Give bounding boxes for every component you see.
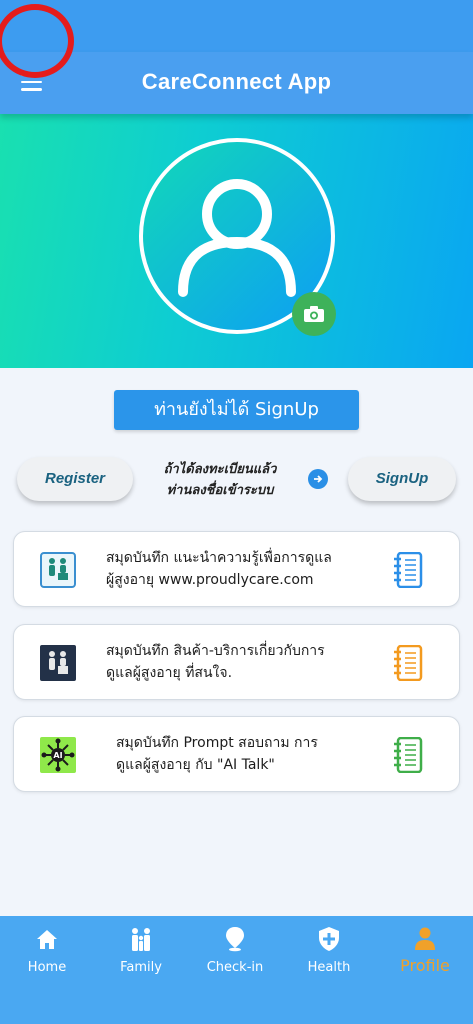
nav-tab-label: Check-in: [206, 960, 264, 975]
app-bar: CareConnect App: [0, 52, 473, 114]
nav-tab-home[interactable]: Home: [0, 916, 94, 1024]
card-text-line: สมุดบันทึก Prompt สอบถาม การ: [116, 735, 318, 751]
card-text: สมุดบันทึก Prompt สอบถาม การ ดูแลผู้สูงอ…: [116, 732, 396, 776]
caregiver-icon: [40, 645, 76, 681]
notebook-icon: [394, 552, 423, 588]
camera-icon: [304, 306, 324, 322]
card-text: สมุดบันทึก แนะนำความรู้เพื่อการดูแล ผู้ส…: [106, 547, 386, 591]
nav-tab-health[interactable]: Health: [282, 916, 376, 1024]
arrow-right-icon: [308, 469, 328, 489]
home-icon: [37, 930, 57, 949]
profile-header: [0, 114, 473, 368]
nav-tab-label: Family: [120, 960, 162, 975]
card-text-line: ดูแลผู้สูงอายุ ที่สนใจ.: [106, 665, 233, 681]
camera-button[interactable]: [292, 292, 336, 336]
notebook-icon: [394, 645, 423, 681]
profile-icon: [415, 927, 435, 950]
family-icon: [132, 928, 150, 951]
app-title: CareConnect App: [141, 69, 332, 94]
signup-button[interactable]: SignUp: [348, 457, 456, 501]
nav-tab-profile[interactable]: Profile: [378, 916, 472, 1024]
svg-text:AI: AI: [53, 751, 62, 760]
card-text-line: ดูแลผู้สูงอายุ กับ "AI Talk": [116, 757, 275, 773]
nav-tab-label: Profile: [400, 956, 450, 975]
nav-tab-check-in[interactable]: Check-in: [188, 916, 282, 1024]
card-text-line: ผู้สูงอายุ www.proudlycare.com: [106, 572, 314, 588]
elderly-care-icon: [40, 552, 76, 588]
ai-prompt-notebook-card[interactable]: AI สมุดบันทึก Prompt สอบถาม การ ดูแลผู้ส…: [13, 716, 460, 792]
nav-tab-family[interactable]: Family: [94, 916, 188, 1024]
notebook-icon: [394, 737, 423, 773]
knowledge-notebook-card[interactable]: สมุดบันทึก แนะนำความรู้เพื่อการดูแล ผู้ส…: [13, 531, 460, 607]
signup-hint: ถ้าได้ลงทะเบียนแล้ว ท่านลงชื่อเข้าระบบ: [140, 459, 300, 501]
ai-icon: AI: [40, 737, 76, 773]
signup-hint-line: ท่านลงชื่อเข้าระบบ: [166, 483, 274, 498]
signup-hint-line: ถ้าได้ลงทะเบียนแล้ว: [163, 462, 277, 477]
health-shield-icon: [319, 927, 339, 951]
nav-tab-label: Health: [307, 960, 351, 975]
signup-status-badge: ท่านยังไม่ได้ SignUp: [114, 390, 359, 430]
nav-tab-label: Home: [27, 960, 67, 975]
card-text-line: สมุดบันทึก แนะนำความรู้เพื่อการดูแล: [106, 550, 332, 566]
status-bar: [0, 0, 473, 52]
card-text-line: สมุดบันทึก สินค้า-บริการเกี่ยวกับการ: [106, 643, 325, 659]
bottom-navigation: Home Family Check-in Health Profile: [0, 916, 473, 1024]
card-text: สมุดบันทึก สินค้า-บริการเกี่ยวกับการ ดูแ…: [106, 640, 386, 684]
location-pin-icon: [226, 927, 244, 952]
register-button[interactable]: Register: [17, 457, 133, 501]
products-notebook-card[interactable]: สมุดบันทึก สินค้า-บริการเกี่ยวกับการ ดูแ…: [13, 624, 460, 700]
